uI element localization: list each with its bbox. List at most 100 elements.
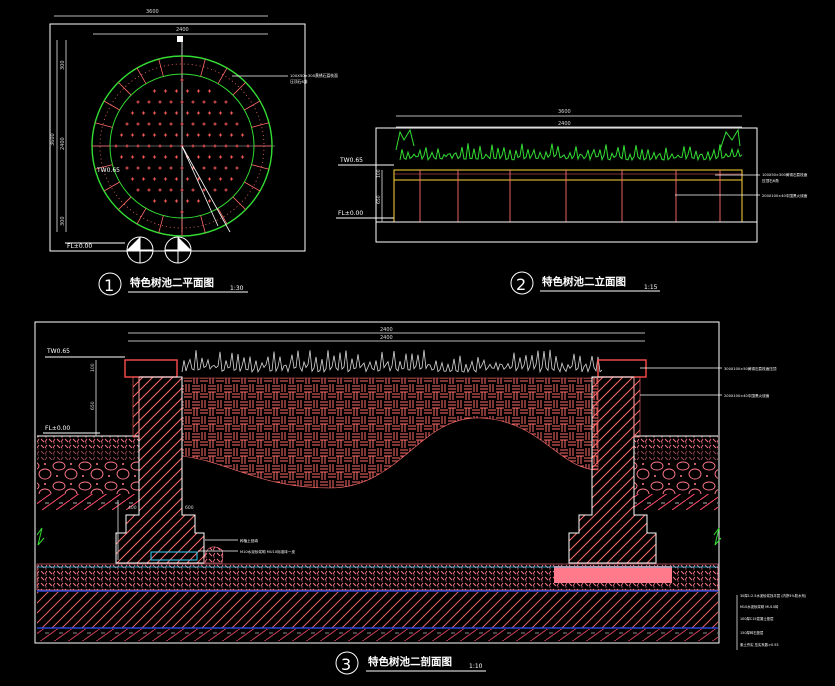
elevation-frame xyxy=(375,127,758,243)
plan-planting-dot xyxy=(218,111,223,115)
section-inner-dim: 2400 xyxy=(380,335,393,341)
plan-planting-dot xyxy=(158,100,162,104)
plan-planting-dot xyxy=(141,133,146,137)
plan-ring-tick xyxy=(217,67,228,84)
plan-planting-dot xyxy=(246,144,250,148)
section-left-dim-2: 650 xyxy=(90,401,96,410)
plan-title: 特色树池二平面图 xyxy=(130,276,214,289)
section-wall-left-outer xyxy=(132,376,140,438)
plan-planting-dot xyxy=(196,89,201,93)
plan-planting-dot xyxy=(224,100,228,104)
plan-planting-dot xyxy=(213,122,217,126)
plan-side-dim-2: 2400 xyxy=(60,137,66,150)
plan-view: 3600 2400 3600 300 2400 300 TW0.65 FL±0.… xyxy=(49,9,338,296)
plan-planting-dot xyxy=(130,177,135,181)
elevation-top-dim: 3600 xyxy=(558,109,571,115)
elevation-number: 2 xyxy=(516,275,526,294)
plan-planting-dot xyxy=(207,133,212,137)
plan-planting-dot xyxy=(114,144,118,148)
elevation-side-dim-2: 650 xyxy=(376,195,382,204)
plan-planting-dot xyxy=(224,188,228,192)
section-bush xyxy=(203,546,224,564)
plan-planting-dot xyxy=(235,122,239,126)
elevation-stone-joints xyxy=(394,170,742,222)
plan-scale: 1:30 xyxy=(230,285,244,292)
section-number: 3 xyxy=(341,655,351,674)
plan-ring-tick xyxy=(232,196,246,210)
plan-planting-dot xyxy=(240,133,245,137)
plan-planting-dot xyxy=(185,111,190,115)
plan-ring-tick xyxy=(251,164,270,170)
section-wall-right-outer xyxy=(633,376,641,438)
plan-planting-dot xyxy=(130,155,135,159)
plan-planting-dot xyxy=(229,155,234,159)
plan-radius-line xyxy=(181,145,231,233)
plan-ring-tick xyxy=(200,58,206,77)
section-sand-right xyxy=(634,448,718,460)
plan-planting-dot xyxy=(158,188,162,192)
plan-planting-dot xyxy=(196,111,201,115)
plan-planting-dot xyxy=(169,188,173,192)
plan-planting-dot xyxy=(224,166,228,170)
plan-planting-dot xyxy=(240,155,245,159)
elevation-view: 3600 2400 100 650 TW0.65 FL±0.00 100X50×… xyxy=(336,109,808,295)
plan-planting-dot xyxy=(213,188,217,192)
plan-planting-dot xyxy=(174,133,179,137)
section-note-bottom-2: M10水泥砂浆砌 MU10砖 xyxy=(740,604,779,609)
plan-planting-dot xyxy=(235,166,239,170)
plan-ring-tick xyxy=(217,208,228,225)
plan-planting-dot xyxy=(147,100,151,104)
plan-planting-dot xyxy=(136,100,140,104)
plan-planting-dot xyxy=(213,166,217,170)
plan-planting-dot xyxy=(163,89,168,93)
section-plant-outline xyxy=(181,349,603,374)
plan-side-dim-1: 300 xyxy=(60,60,66,70)
plan-planting-dot xyxy=(169,144,173,148)
plan-planting-dot xyxy=(174,177,179,181)
plan-planting-dot xyxy=(158,122,162,126)
plan-planting-dot xyxy=(169,100,173,104)
section-soil-right xyxy=(634,494,718,510)
section-title: 特色树池二剖面图 xyxy=(368,655,452,668)
plan-planting-dot xyxy=(163,199,168,203)
plan-planting-dot xyxy=(174,111,179,115)
plan-ring-tick xyxy=(244,100,261,111)
section-soil-left xyxy=(37,494,139,510)
section-coping-right xyxy=(597,359,647,378)
plan-frame xyxy=(49,23,306,252)
plan-planting-dot xyxy=(185,89,190,93)
plan-mark-tw: TW0.65 xyxy=(96,167,120,174)
plan-note-line-1: 100X50×300黄锈石荔枝面 xyxy=(290,73,338,78)
plan-planting-dot xyxy=(174,155,179,159)
plan-planting-dot xyxy=(196,133,201,137)
plan-planting-dot xyxy=(163,133,168,137)
plan-ring-tick xyxy=(200,215,206,234)
plan-planting-dot xyxy=(191,122,195,126)
plan-planting-dot xyxy=(152,199,157,203)
plan-planting-dot xyxy=(163,177,168,181)
section-mark-fl: FL±0.00 xyxy=(45,425,70,432)
plan-planting-dot xyxy=(218,177,223,181)
section-grass-left xyxy=(37,436,139,448)
plan-ring-tick xyxy=(136,67,147,84)
plan-planting-dot xyxy=(207,177,212,181)
elevation-note-1-line-1: 100X50×300黄锈石荔枝面 xyxy=(762,172,808,177)
plan-planting-dot xyxy=(202,144,206,148)
plan-planting-dot xyxy=(202,100,206,104)
section-gravel-right xyxy=(634,460,718,494)
plan-planting-dot xyxy=(218,133,223,137)
plan-planting-dot xyxy=(191,188,195,192)
plan-ring-tick xyxy=(118,82,132,96)
section-bottom-dim-1: 400 xyxy=(128,505,137,511)
plan-ring-tick xyxy=(118,196,132,210)
plan-planting-dot xyxy=(207,89,212,93)
plan-planting-dot xyxy=(202,188,206,192)
section-left-dim-1: 100 xyxy=(90,363,96,372)
plan-note-line-2: 压顶石6角 xyxy=(290,79,308,84)
plan-planting-dot xyxy=(147,122,151,126)
plan-ring-tick xyxy=(244,181,261,192)
plan-planting-dot xyxy=(180,78,184,82)
plan-planting-dot xyxy=(125,166,129,170)
plan-planting-dot xyxy=(180,166,184,170)
plan-planting-dot xyxy=(119,133,124,137)
